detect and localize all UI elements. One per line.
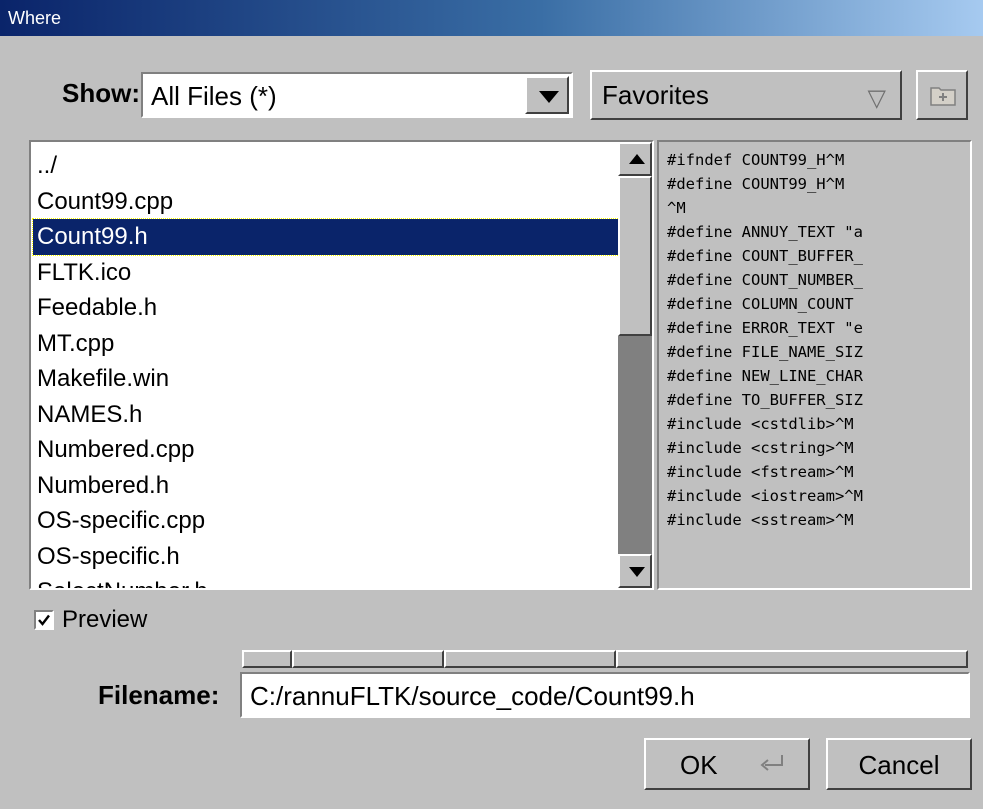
- preview-checkbox[interactable]: [34, 610, 54, 630]
- scroll-track[interactable]: [618, 336, 652, 554]
- file-list-item[interactable]: OS-specific.h: [33, 539, 621, 575]
- path-breadcrumb-bar: [242, 650, 968, 668]
- preview-line: ^M: [667, 199, 686, 217]
- preview-line: #include <cstdlib>^M: [667, 415, 854, 433]
- triangle-down-outline-icon: ▽: [867, 85, 886, 112]
- enter-key-icon: [760, 755, 783, 771]
- ok-button[interactable]: OK: [644, 738, 810, 790]
- new-folder-button[interactable]: [916, 70, 968, 120]
- preview-line: #define ERROR_TEXT "e: [667, 319, 863, 337]
- scroll-up-button[interactable]: [618, 142, 652, 176]
- scroll-down-button[interactable]: [618, 554, 652, 588]
- preview-line: #define ANNUY_TEXT "a: [667, 223, 863, 241]
- preview-line: #ifndef COUNT99_H^M: [667, 151, 845, 169]
- file-list-scrollbar[interactable]: [618, 142, 652, 588]
- checkmark-icon: [38, 614, 50, 626]
- preview-label: Preview: [62, 606, 148, 633]
- chevron-down-icon: [539, 91, 559, 103]
- file-browser-list[interactable]: ../Count99.cpp Count99.h FLTK.ico Feedable.…: [29, 140, 654, 590]
- file-list-item[interactable]: Feedable.h: [33, 290, 621, 326]
- preview-line: #define COUNT_BUFFER_: [667, 247, 863, 265]
- ok-label: OK: [680, 750, 718, 780]
- file-preview-text: #ifndef COUNT99_H^M #define COUNT99_H^M ^M…: [659, 142, 970, 532]
- cancel-label: Cancel: [858, 750, 940, 780]
- preview-line: #define COUNT_NUMBER_: [667, 271, 863, 289]
- arrow-down-icon: [629, 567, 645, 577]
- favorites-label: Favorites: [602, 80, 709, 110]
- file-list-item[interactable]: Makefile.win: [33, 361, 621, 397]
- path-segment-button[interactable]: [292, 650, 444, 668]
- file-list-item[interactable]: Numbered.h: [33, 468, 621, 504]
- cancel-button[interactable]: Cancel: [826, 738, 972, 790]
- arrow-up-icon: [629, 154, 645, 164]
- filename-value: C:/rannuFLTK/source_code/Count99.h: [250, 681, 695, 711]
- preview-line: #include <iostream>^M: [667, 487, 863, 505]
- file-list: ../Count99.cpp Count99.h FLTK.ico Feedable.…: [32, 148, 622, 588]
- file-preview-pane: #ifndef COUNT99_H^M #define COUNT99_H^M ^M…: [657, 140, 972, 590]
- preview-line: #include <sstream>^M: [667, 511, 854, 529]
- file-list-item[interactable]: OS-specific.cpp: [33, 503, 621, 539]
- show-filter-value: All Files (*): [151, 81, 277, 111]
- path-segment-button[interactable]: [616, 650, 968, 668]
- favorites-button[interactable]: Favorites ▽: [590, 70, 902, 120]
- preview-line: #include <cstring>^M: [667, 439, 854, 457]
- preview-line: #define COUNT99_H^M: [667, 175, 845, 193]
- file-list-item[interactable]: Count99.h: [32, 218, 622, 256]
- show-filter-dropdown-button[interactable]: [525, 76, 569, 114]
- file-list-item[interactable]: NAMES.h: [33, 397, 621, 433]
- window-title: Where: [8, 8, 62, 28]
- preview-line: #include <fstream>^M: [667, 463, 854, 481]
- preview-line: #define COLUMN_COUNT: [667, 295, 863, 313]
- show-filter-dropdown[interactable]: All Files (*): [141, 72, 573, 118]
- file-list-item[interactable]: FLTK.ico: [33, 255, 621, 291]
- file-list-item[interactable]: Numbered.cpp: [33, 432, 621, 468]
- file-list-item[interactable]: MT.cpp: [33, 326, 621, 362]
- window-title-bar[interactable]: Where: [0, 0, 983, 36]
- scroll-thumb[interactable]: [618, 176, 652, 336]
- preview-line: #define FILE_NAME_SIZ: [667, 343, 863, 361]
- path-segment-button[interactable]: [444, 650, 616, 668]
- filename-label: Filename:: [98, 680, 220, 710]
- file-list-item[interactable]: SelectNumber.h: [33, 574, 621, 588]
- path-segment-button[interactable]: [242, 650, 292, 668]
- file-list-item[interactable]: ../: [33, 148, 621, 184]
- preview-line: #define TO_BUFFER_SIZ: [667, 391, 863, 409]
- preview-line: #define NEW_LINE_CHAR: [667, 367, 863, 385]
- filename-input[interactable]: C:/rannuFLTK/source_code/Count99.h: [240, 672, 970, 718]
- file-list-item[interactable]: Count99.cpp: [33, 184, 621, 220]
- new-folder-icon: [930, 87, 956, 106]
- show-label: Show:: [62, 78, 140, 108]
